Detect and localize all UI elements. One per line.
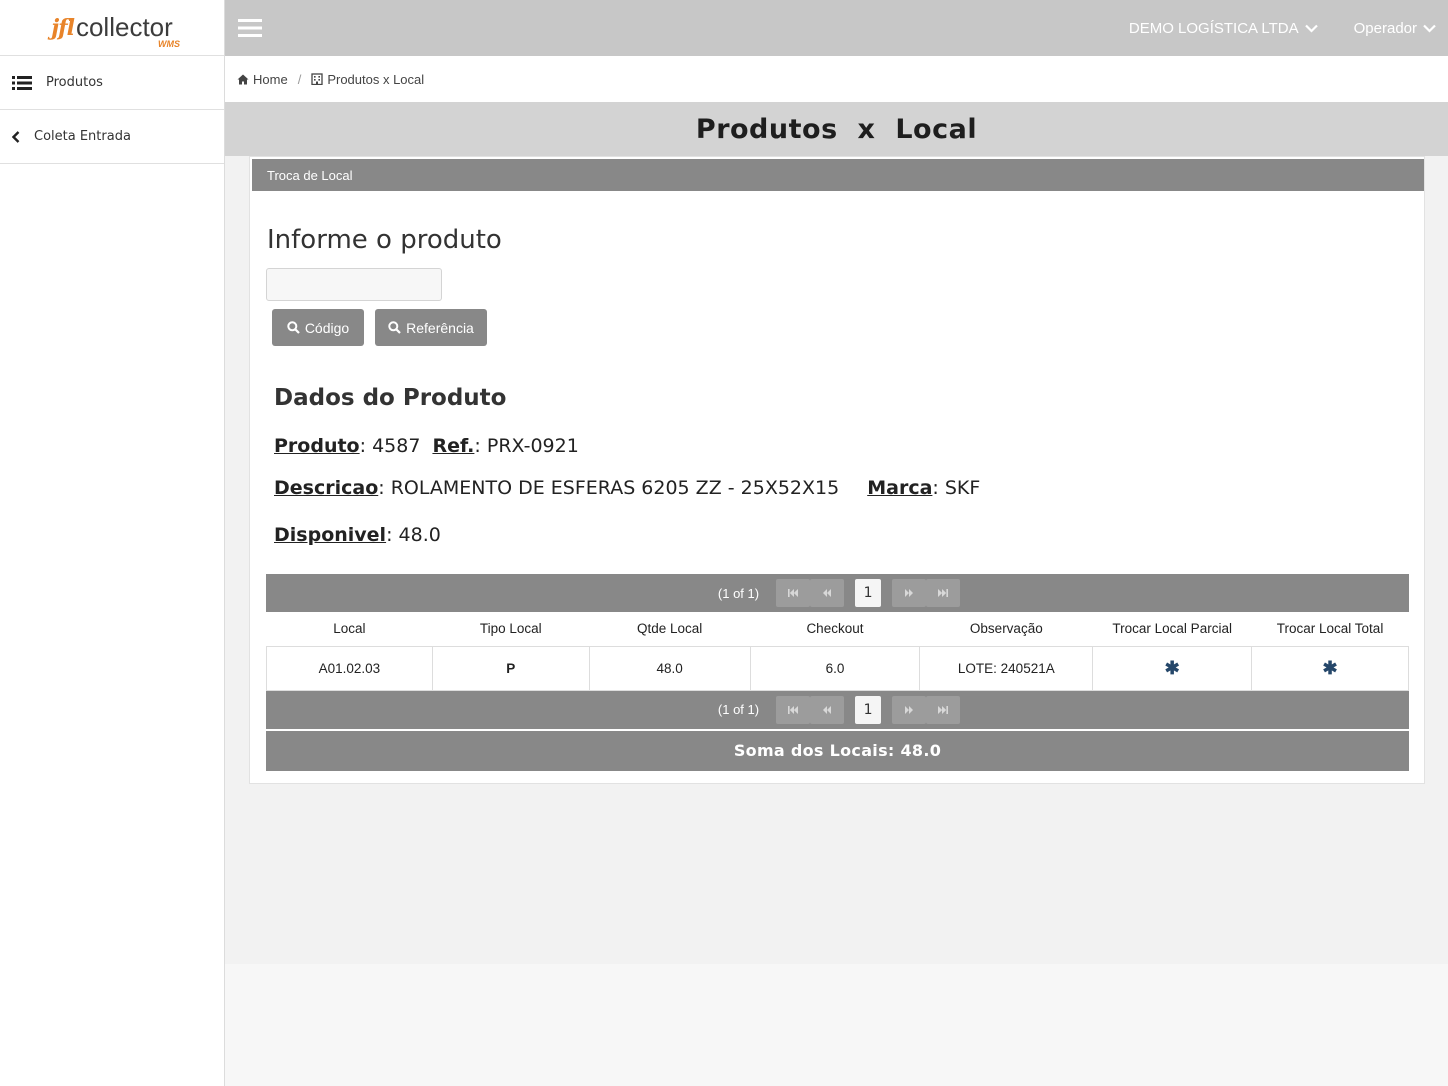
sum-of-locations: Soma dos Locais: 48.0 xyxy=(266,730,1409,771)
search-icon xyxy=(388,321,401,334)
next-page-icon xyxy=(905,589,914,597)
sidebar-item-produtos[interactable]: Produtos xyxy=(0,56,224,110)
col-trocar-total[interactable]: Trocar Local Total xyxy=(1252,612,1409,646)
col-observacao[interactable]: Observação xyxy=(920,612,1093,646)
panel-header: Troca de Local xyxy=(252,159,1424,191)
disponivel-label: Disponivel xyxy=(274,524,387,546)
asterisk-icon[interactable]: ✱ xyxy=(1165,658,1180,678)
product-data-title: Dados do Produto xyxy=(274,385,507,411)
marca-label: Marca xyxy=(867,477,933,499)
product-available-line: Disponivel: 48.0 xyxy=(274,524,441,546)
breadcrumb-home-label: Home xyxy=(253,71,288,87)
search-codigo-label: Código xyxy=(304,319,350,336)
last-page-icon xyxy=(938,705,949,714)
breadcrumb-current[interactable]: Produtos x Local xyxy=(311,72,424,87)
building-icon xyxy=(311,73,323,85)
search-referencia-button[interactable]: Referência xyxy=(375,309,487,346)
breadcrumb-home[interactable]: Home xyxy=(237,72,288,87)
logo-sub: WMS xyxy=(158,39,180,49)
logo-mark: jfl xyxy=(51,14,75,41)
cell-trocar-total: ✱ xyxy=(1251,645,1409,691)
marca-value: SKF xyxy=(944,477,981,499)
pager-status: (1 of 1) xyxy=(717,702,760,717)
breadcrumb-separator: / xyxy=(297,71,302,87)
first-page-button[interactable] xyxy=(776,695,811,724)
last-page-button[interactable] xyxy=(926,579,961,607)
cell-qtde-local: 48.0 xyxy=(588,645,751,691)
page-title: Produtos x Local xyxy=(695,113,978,145)
product-code-line: Produto: 4587 Ref.: PRX-0921 xyxy=(274,435,579,457)
col-tipo-local[interactable]: Tipo Local xyxy=(432,612,589,646)
page-number-button[interactable]: 1 xyxy=(855,579,882,607)
user-menu[interactable]: Operador xyxy=(1330,20,1448,37)
company-menu[interactable]: DEMO LOGÍSTICA LTDA xyxy=(1105,20,1330,37)
first-page-icon xyxy=(788,705,799,714)
breadcrumb: Home / Produtos x Local xyxy=(225,56,1448,102)
col-qtde-local[interactable]: Qtde Local xyxy=(589,612,750,646)
page-number-button[interactable]: 1 xyxy=(855,695,882,724)
ref-value: PRX-0921 xyxy=(486,435,579,457)
prev-page-button[interactable] xyxy=(810,579,845,607)
next-page-button[interactable] xyxy=(892,695,927,724)
menu-toggle-icon[interactable] xyxy=(225,0,275,56)
locations-table: Local Tipo Local Qtde Local Checkout Obs… xyxy=(266,612,1409,691)
col-checkout[interactable]: Checkout xyxy=(750,612,920,646)
last-page-icon xyxy=(938,589,949,597)
chevron-left-icon xyxy=(12,130,24,143)
user-name: Operador xyxy=(1353,19,1417,37)
paginator-bottom: (1 of 1) 1 xyxy=(266,690,1409,729)
table-row: A01.02.03 P 48.0 6.0 LOTE: 240521A ✱ ✱ xyxy=(266,645,1409,691)
col-trocar-parcial[interactable]: Trocar Local Parcial xyxy=(1093,612,1252,646)
sidebar-item-label: Coleta Entrada xyxy=(34,129,131,144)
troca-local-panel: Troca de Local Informe o produto Código … xyxy=(249,156,1425,784)
breadcrumb-current-label: Produtos x Local xyxy=(327,71,425,87)
pager-status: (1 of 1) xyxy=(717,585,760,601)
product-description-line: Descricao: ROLAMENTO DE ESFERAS 6205 ZZ … xyxy=(274,477,981,499)
prev-page-button[interactable] xyxy=(810,695,845,724)
list-icon xyxy=(12,75,34,91)
sidebar: jfl collector WMS Produtos Coleta Entrad… xyxy=(0,0,225,1086)
asterisk-icon[interactable]: ✱ xyxy=(1323,658,1338,678)
disponivel-value: 48.0 xyxy=(398,524,441,546)
locations-table-wrapper: (1 of 1) 1 Local Tipo Local Qtde Local C… xyxy=(266,574,1409,771)
produto-label: Produto xyxy=(274,435,360,457)
next-page-button[interactable] xyxy=(892,579,927,607)
paginator-top: (1 of 1) 1 xyxy=(266,574,1409,612)
descricao-label: Descricao xyxy=(274,477,379,499)
cell-checkout: 6.0 xyxy=(749,645,921,691)
home-icon xyxy=(237,74,249,84)
search-icon xyxy=(287,321,300,334)
prev-page-icon xyxy=(823,705,832,714)
col-local[interactable]: Local xyxy=(267,612,433,646)
search-codigo-button[interactable]: Código xyxy=(272,309,364,346)
cell-tipo-local: P xyxy=(431,645,590,691)
cell-observacao: LOTE: 240521A xyxy=(919,645,1094,691)
cell-trocar-parcial: ✱ xyxy=(1092,645,1253,691)
descricao-value: ROLAMENTO DE ESFERAS 6205 ZZ - 25X52X15 xyxy=(390,477,840,499)
search-referencia-label: Referência xyxy=(406,319,474,336)
last-page-button[interactable] xyxy=(926,695,961,724)
sidebar-item-label: Produtos xyxy=(46,75,103,90)
prev-page-icon xyxy=(823,589,832,597)
next-page-icon xyxy=(905,705,914,714)
topbar: DEMO LOGÍSTICA LTDA Operador xyxy=(225,0,1448,56)
chevron-down-icon xyxy=(1304,24,1318,33)
title-bar: Produtos x Local xyxy=(225,102,1448,156)
ref-label: Ref. xyxy=(432,435,475,457)
app-logo[interactable]: jfl collector WMS xyxy=(0,0,224,56)
produto-value: 4587 xyxy=(372,435,421,457)
table-header-row: Local Tipo Local Qtde Local Checkout Obs… xyxy=(267,612,1409,646)
chevron-down-icon xyxy=(1423,24,1436,33)
product-input[interactable] xyxy=(266,268,442,301)
sidebar-item-coleta-entrada[interactable]: Coleta Entrada xyxy=(0,110,224,164)
first-page-button[interactable] xyxy=(776,579,811,607)
footer-area xyxy=(225,964,1448,1086)
first-page-icon xyxy=(788,589,799,597)
company-name: DEMO LOGÍSTICA LTDA xyxy=(1128,19,1299,37)
cell-local: A01.02.03 xyxy=(266,645,433,691)
product-prompt: Informe o produto xyxy=(267,225,502,255)
